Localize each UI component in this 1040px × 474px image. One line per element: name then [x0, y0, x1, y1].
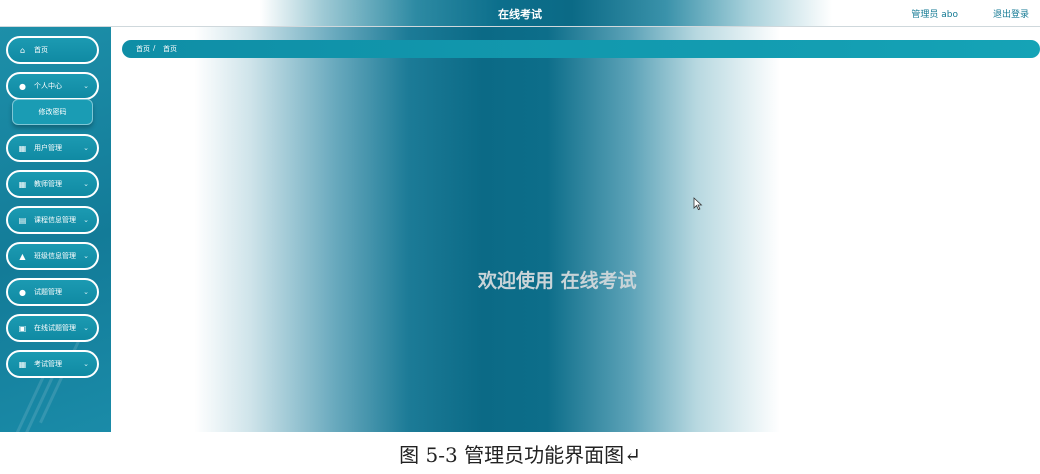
breadcrumb-current: 首页	[163, 45, 177, 53]
grid-icon: ▦	[18, 180, 27, 189]
chevron-down-icon: ⌄	[83, 216, 89, 224]
thumb-icon: ▲	[19, 252, 26, 261]
sidebar-item-label: 在线试题管理	[34, 324, 76, 332]
clipboard-icon: ▤	[18, 216, 27, 225]
chevron-down-icon: ⌄	[83, 288, 89, 296]
sidebar-item-user-management[interactable]: ▦ 用户管理 ⌄	[6, 134, 99, 162]
sidebar-item-class-info-management[interactable]: ▲ 班级信息管理 ⌄	[6, 242, 99, 270]
top-header: 在线考试 管理员 abo 退出登录	[0, 0, 1040, 27]
home-icon: ⌂	[19, 46, 26, 55]
grid-icon: ▦	[18, 360, 27, 369]
submenu-item-change-password[interactable]: 修改密码	[12, 99, 93, 125]
sidebar-item-home[interactable]: ⌂ 首页	[6, 36, 99, 64]
breadcrumb-separator: /	[153, 44, 156, 52]
calendar-icon: ▣	[18, 324, 27, 333]
sidebar-item-question-management[interactable]: ● 试题管理 ⌄	[6, 278, 99, 306]
location-pin-icon: ●	[19, 288, 26, 297]
sidebar-item-label: 个人中心	[34, 82, 62, 90]
sidebar-item-label: 教师管理	[34, 180, 62, 188]
welcome-message: 欢迎使用 在线考试	[478, 270, 637, 292]
chevron-down-icon: ⌄	[83, 324, 89, 332]
mouse-cursor-icon	[693, 197, 703, 211]
breadcrumb: 首页 / 首页	[122, 40, 1040, 58]
sidebar-item-personal-center[interactable]: ● 个人中心 ⌄	[6, 72, 99, 100]
app-title: 在线考试	[498, 8, 542, 21]
logout-link[interactable]: 退出登录	[993, 7, 1029, 20]
chevron-down-icon: ⌄	[83, 360, 89, 368]
chevron-down-icon: ⌄	[83, 180, 89, 188]
sidebar-item-label: 考试管理	[34, 360, 62, 368]
app-window: 在线考试 管理员 abo 退出登录 ⌂ 首页 ● 个人中心 ⌄ 修改密码 ▦ 用…	[0, 0, 1040, 432]
sidebar-item-label: 用户管理	[34, 144, 62, 152]
grid-icon: ▦	[18, 144, 27, 153]
sidebar-item-online-question-management[interactable]: ▣ 在线试题管理 ⌄	[6, 314, 99, 342]
figure-caption: 图 5-3 管理员功能界面图↵	[399, 443, 641, 467]
sidebar-item-label: 试题管理	[34, 288, 62, 296]
current-user: 管理员 abo	[911, 10, 958, 20]
sidebar-item-label: 班级信息管理	[34, 252, 76, 260]
sidebar-item-teacher-management[interactable]: ▦ 教师管理 ⌄	[6, 170, 99, 198]
person-icon: ●	[19, 82, 26, 91]
breadcrumb-home-link[interactable]: 首页	[136, 44, 150, 54]
chevron-down-icon: ⌄	[83, 82, 89, 90]
chevron-down-icon: ⌄	[83, 252, 89, 260]
sidebar-item-label: 首页	[34, 46, 48, 54]
sidebar-item-course-info-management[interactable]: ▤ 课程信息管理 ⌄	[6, 206, 99, 234]
sidebar-item-exam-management[interactable]: ▦ 考试管理 ⌄	[6, 350, 99, 378]
main-content: 首页 / 首页 欢迎使用 在线考试	[111, 27, 1040, 432]
sidebar-item-label: 课程信息管理	[34, 216, 76, 224]
chevron-down-icon: ⌄	[83, 144, 89, 152]
submenu-item-label: 修改密码	[38, 108, 67, 116]
